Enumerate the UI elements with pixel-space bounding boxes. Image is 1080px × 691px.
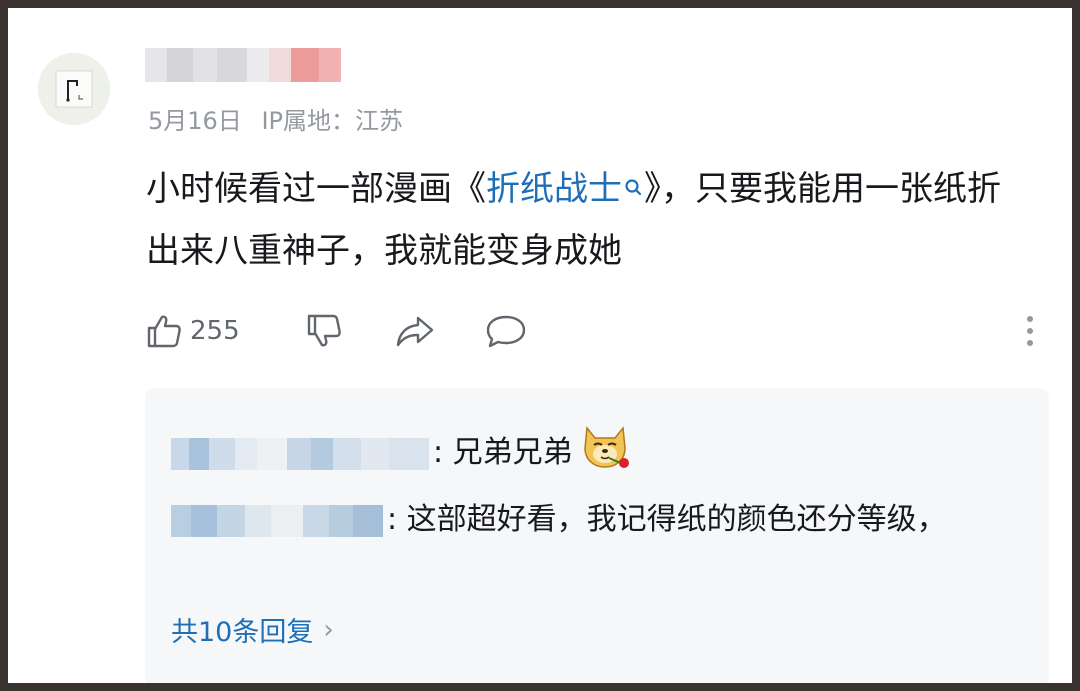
- reply-button[interactable]: [484, 308, 528, 354]
- ip-location: IP属地：江苏: [261, 107, 404, 135]
- comment-date: 5月16日: [148, 107, 242, 135]
- like-count: 255: [190, 316, 240, 346]
- avatar-sketch-icon: [38, 53, 110, 125]
- comment-card: 5月16日 IP属地：江苏 小时候看过一部漫画《折纸战士 》，只要我能用一张纸折出…: [8, 8, 1072, 683]
- speech-bubble-icon: [486, 315, 526, 348]
- reply-item: : 兄弟兄弟: [171, 418, 631, 489]
- reply-item: : 这部超好看，我记得纸的颜色还分等级，: [171, 492, 1001, 548]
- view-all-replies-link[interactable]: 共10条回复 ›: [171, 610, 334, 649]
- reply-preview-box: : 兄弟兄弟 : 这部超好看，我记得纸的颜色还分等级， 共10条回复 ›: [145, 388, 1049, 683]
- comment-text-before: 小时候看过一部漫画《: [146, 169, 486, 209]
- vertical-ellipsis-icon: [1027, 316, 1033, 346]
- share-arrow-icon: [396, 316, 434, 347]
- more-options-button[interactable]: [1024, 308, 1036, 354]
- reply-username-blurred[interactable]: [171, 504, 383, 537]
- thumb-up-icon: [147, 315, 181, 348]
- action-bar: 255: [144, 308, 1044, 354]
- magnifier-icon: [624, 158, 644, 220]
- doge-rose-emoji-icon: [579, 418, 631, 489]
- reply-text: : 这部超好看，我记得纸的颜色还分等级，: [387, 502, 947, 537]
- thumb-down-icon: [307, 314, 341, 347]
- like-button[interactable]: 255: [144, 308, 240, 354]
- avatar[interactable]: [38, 53, 110, 125]
- search-link-text[interactable]: 折纸战士: [486, 169, 622, 209]
- search-link[interactable]: 折纸战士: [486, 169, 644, 209]
- comment-meta: 5月16日 IP属地：江苏: [148, 101, 415, 136]
- reply-text: : 兄弟兄弟: [433, 435, 573, 470]
- comment-text: 小时候看过一部漫画《折纸战士 》，只要我能用一张纸折出来八重神子，我就能变身成她: [146, 158, 1026, 282]
- dislike-button[interactable]: [304, 308, 344, 354]
- username-blurred[interactable]: [145, 48, 341, 82]
- share-button[interactable]: [394, 308, 436, 354]
- chevron-right-icon: ›: [323, 614, 334, 645]
- reply-username-blurred[interactable]: [171, 437, 429, 470]
- reply-count-label[interactable]: 共10条回复: [171, 610, 313, 649]
